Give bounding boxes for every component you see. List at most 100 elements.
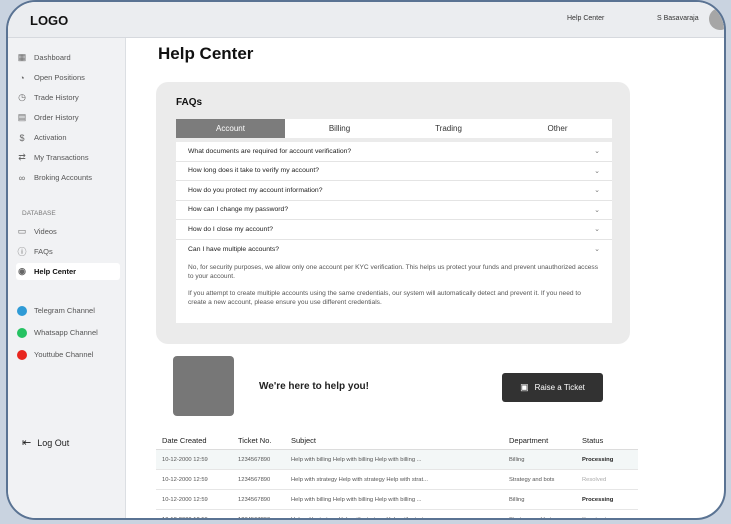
sidebar-item-broking-accounts[interactable]: ∞ Broking Accounts: [16, 169, 120, 186]
table-row[interactable]: 10-12-2000 12:59 1234567890 Help with bill…: [156, 450, 638, 470]
tab-account[interactable]: Account: [176, 119, 285, 138]
table-row[interactable]: 10-12-2000 12:59 1234567890 Help with stra…: [156, 470, 638, 490]
sidebar-item-label: Videos: [34, 227, 57, 236]
faq-question-text: Can I have multiple accounts?: [188, 245, 280, 253]
history-icon: ◷: [18, 92, 26, 102]
faq-icon: ⓘ: [17, 247, 27, 257]
header-status: Status: [582, 436, 604, 445]
chevron-down-icon: ⌄: [594, 226, 600, 234]
logout-button[interactable]: ⇤ Log Out: [22, 436, 69, 449]
table-cell: 10-12-2000 12:59: [162, 456, 208, 463]
header-ticket: Ticket No.: [238, 436, 272, 445]
sidebar-channel-telegram[interactable]: Telegram Channel: [16, 302, 120, 319]
youtube-icon: [17, 349, 27, 360]
sidebar-item-label: Open Positions: [34, 73, 85, 82]
raise-ticket-button[interactable]: ▣ Raise a Ticket: [502, 373, 603, 402]
logout-icon: ⇤: [22, 437, 32, 449]
table-cell: Billing: [509, 496, 525, 503]
sidebar-item-label: FAQs: [34, 247, 53, 256]
table-row[interactable]: 10-12-2000 12:59 1234567890 Help with bill…: [156, 490, 638, 510]
table-cell: Help with billing Help with billing Help…: [291, 496, 422, 503]
logo: LOGO: [30, 13, 69, 28]
faq-question[interactable]: How can I change my password? ⌄: [176, 201, 612, 220]
tickets-table: Date Created Ticket No. Subject Departme…: [156, 432, 638, 520]
faq-question[interactable]: What documents are required for account …: [176, 142, 612, 162]
tab-trading[interactable]: Trading: [394, 119, 503, 138]
tab-other[interactable]: Other: [503, 119, 612, 138]
chevron-down-icon: ⌄: [594, 167, 600, 175]
chevron-down-icon: ⌄: [594, 148, 600, 156]
table-cell: Billing: [509, 456, 525, 463]
chevron-down-icon: ⌄: [594, 187, 600, 195]
ticket-icon: ▣: [520, 382, 529, 392]
faq-question[interactable]: How do I close my account? ⌄: [176, 220, 612, 240]
faq-list: What documents are required for account …: [176, 142, 612, 323]
faq-question[interactable]: How do you protect my account informatio…: [176, 181, 612, 201]
section-label: DATABASE: [22, 210, 56, 217]
bell-icon: ◔: [19, 72, 25, 83]
sidebar-item-help-center[interactable]: ◉ Help Center: [16, 263, 120, 280]
video-icon: ▭: [17, 226, 27, 236]
faq-answer: No, for security purposes, we allow only…: [176, 259, 612, 323]
table-cell: Strategy and bots: [509, 476, 555, 483]
top-help-link[interactable]: Help Center: [567, 15, 604, 22]
whatsapp-icon: [17, 327, 27, 338]
header-department: Department: [509, 436, 549, 445]
sidebar-item-my-transactions[interactable]: ⇄ My Transactions: [16, 149, 120, 166]
table-header: Date Created Ticket No. Subject Departme…: [156, 432, 638, 450]
status-badge: Processing: [582, 496, 614, 503]
sidebar-item-order-history[interactable]: ▤ Order History: [16, 109, 120, 126]
table-row[interactable]: 10-12-2000 12:59 1234567890 Help with stra…: [156, 510, 638, 520]
sidebar-channel-youttube[interactable]: Youttube Channel: [16, 346, 120, 363]
table-cell: Help with strategy Help with strategy He…: [291, 516, 428, 520]
sidebar-item-label: Help Center: [34, 267, 77, 276]
sidebar-item-dashboard[interactable]: ▦ Dashboard: [16, 49, 120, 66]
status-badge: Resolved: [582, 476, 607, 483]
faq-question-text: How do I close my account?: [188, 225, 274, 233]
table-cell: 1234567890: [238, 456, 271, 463]
sidebar-item-label: Activation: [34, 133, 67, 142]
table-cell: Help with billing Help with billing Help…: [291, 456, 422, 463]
logout-label: Log Out: [37, 437, 70, 448]
header-date: Date Created: [162, 436, 207, 445]
faq-question-expanded[interactable]: Can I have multiple accounts? ⌄: [176, 240, 612, 260]
faq-question[interactable]: How long does it take to verify my accou…: [176, 162, 612, 181]
tab-billing[interactable]: Billing: [285, 119, 394, 138]
page-title: Help Center: [158, 44, 254, 63]
status-badge: Resolved: [582, 516, 607, 520]
table-cell: Strategy and bots: [509, 516, 555, 520]
sidebar-item-label: Whatsapp Channel: [34, 328, 98, 337]
table-cell: 1234567890: [238, 516, 271, 520]
sidebar-item-activation[interactable]: $ Activation: [16, 129, 120, 146]
sidebar-item-trade-history[interactable]: ◷ Trade History: [16, 89, 120, 106]
status-badge: Processing: [582, 456, 614, 463]
help-icon: ◉: [18, 266, 26, 276]
faq-question-text: How can I change my password?: [188, 206, 289, 214]
sidebar-item-label: Broking Accounts: [34, 173, 92, 182]
sidebar-channel-whatsapp[interactable]: Whatsapp Channel: [16, 324, 120, 341]
help-illustration: [173, 356, 234, 416]
table-cell: 1234567890: [238, 496, 271, 503]
list-icon: ▤: [17, 112, 27, 122]
faq-question-text: How long does it take to verify my accou…: [188, 167, 320, 175]
chevron-down-icon: ⌄: [594, 206, 600, 214]
table-cell: 10-12-2000 12:59: [162, 516, 208, 520]
sidebar-item-label: Dashboard: [34, 53, 71, 62]
sidebar-item-videos[interactable]: ▭ Videos: [16, 223, 120, 240]
chevron-down-icon: ⌄: [594, 246, 600, 254]
sidebar-item-faqs[interactable]: ⓘ FAQs: [16, 243, 120, 260]
faq-tabs: Account Billing Trading Other: [176, 119, 612, 138]
sidebar-item-label: Trade History: [34, 93, 79, 102]
table-cell: 10-12-2000 12:59: [162, 496, 208, 503]
sidebar-item-label: Youttube Channel: [34, 350, 94, 359]
raise-ticket-label: Raise a Ticket: [534, 383, 585, 392]
top-bar: LOGO Help Center S Basavaraja: [8, 2, 724, 38]
user-name[interactable]: S Basavaraja: [657, 15, 699, 22]
table-cell: 1234567890: [238, 476, 271, 483]
help-heading: We're here to help you!: [259, 381, 369, 392]
header-subject: Subject: [291, 436, 317, 445]
avatar[interactable]: [709, 8, 724, 30]
faq-question-text: What documents are required for account …: [188, 147, 352, 155]
sidebar-item-open-positions[interactable]: ◔ Open Positions: [16, 69, 120, 86]
link-icon: ∞: [18, 172, 26, 183]
